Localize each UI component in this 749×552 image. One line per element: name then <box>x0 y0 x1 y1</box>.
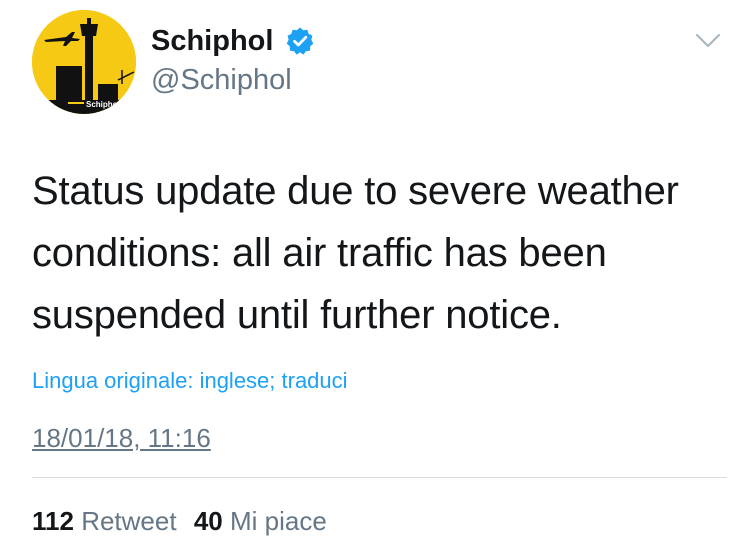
likes-stat[interactable]: 40 Mi piace <box>194 505 327 537</box>
tweet-text: Status update due to severe weather cond… <box>32 160 732 346</box>
likes-count: 40 <box>193 506 223 536</box>
account-handle[interactable]: @Schiphol <box>151 63 292 97</box>
tweet-stats: 112 Retweet 40 Mi piace <box>32 505 327 537</box>
tweet-timestamp[interactable]: 18/01/18, 11:16 <box>32 422 211 454</box>
tweet-text-line: suspended until further notice. <box>32 293 562 337</box>
svg-text:Schiphol: Schiphol <box>86 100 120 109</box>
chevron-down-icon[interactable] <box>695 32 721 50</box>
verified-badge-icon <box>286 27 314 55</box>
schiphol-logo-icon: Schiphol <box>32 10 136 114</box>
likes-label: Mi piace <box>229 506 327 536</box>
tweet-text-line: conditions: all air traffic has been <box>32 231 607 275</box>
display-name[interactable]: Schiphol <box>151 24 273 58</box>
tweet-card: Schiphol Schiphol @Schiphol Status updat… <box>0 0 749 552</box>
retweets-stat[interactable]: 112 Retweet <box>32 505 177 537</box>
retweets-count: 112 <box>32 506 74 536</box>
retweets-label: Retweet <box>81 506 177 536</box>
translate-link[interactable]: Lingua originale: inglese; traduci <box>32 367 348 395</box>
tweet-text-line: Status update due to severe weather <box>32 169 679 213</box>
avatar[interactable]: Schiphol <box>32 10 136 114</box>
divider <box>32 477 727 478</box>
